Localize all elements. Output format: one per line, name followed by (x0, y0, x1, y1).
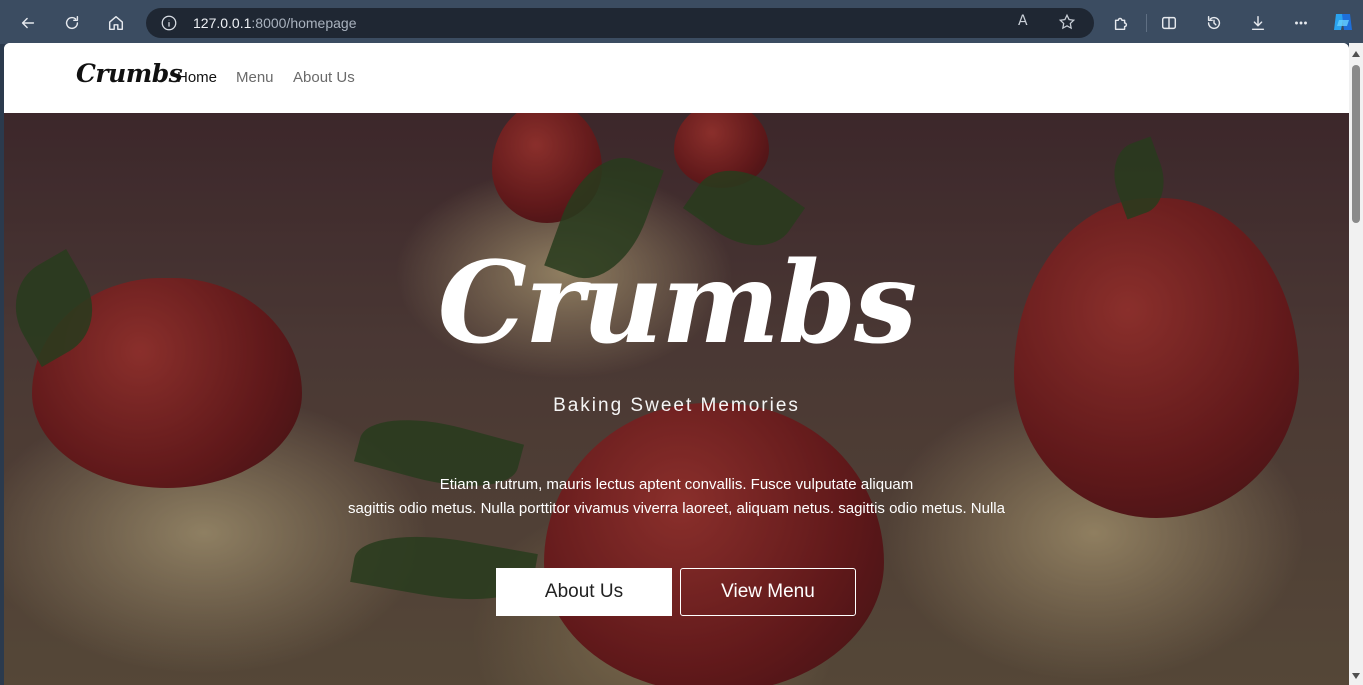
hero-description: Etiam a rutrum, mauris lectus aptent con… (4, 473, 1349, 521)
history-icon[interactable] (1199, 8, 1229, 38)
hero-description-line-1: Etiam a rutrum, mauris lectus aptent con… (439, 476, 914, 493)
info-icon[interactable] (160, 14, 178, 32)
extensions-icon[interactable] (1106, 8, 1136, 38)
favorite-star-icon[interactable] (1058, 13, 1078, 33)
copilot-icon[interactable] (1331, 10, 1355, 34)
view-menu-button[interactable]: View Menu (680, 568, 856, 616)
navbar: Crumbs Home Menu About Us (4, 43, 1349, 113)
toolbar-divider (1146, 14, 1147, 32)
nav-link-home[interactable]: Home (177, 69, 217, 86)
hero-title: Crumbs (437, 238, 917, 369)
page-viewport: Crumbs Home Menu About Us Crumbs Baking … (4, 43, 1349, 685)
page-scrollbar[interactable] (1349, 43, 1363, 685)
url-text: 127.0.0.1:8000/homepage (193, 15, 357, 31)
read-aloud-icon[interactable]: A (1018, 13, 1028, 29)
brand-logo[interactable]: Crumbs (76, 59, 183, 88)
split-screen-icon[interactable] (1154, 8, 1184, 38)
more-icon[interactable] (1286, 8, 1316, 38)
hero-description-line-2: sagittis odio metus. Nulla porttitor viv… (348, 500, 1005, 517)
back-icon[interactable] (13, 8, 43, 38)
home-icon[interactable] (101, 8, 131, 38)
scroll-up-icon[interactable] (1352, 51, 1360, 57)
browser-toolbar: 127.0.0.1:8000/homepage A (0, 0, 1363, 44)
hero-section: Crumbs Baking Sweet Memories Etiam a rut… (4, 113, 1349, 685)
scroll-down-icon[interactable] (1352, 673, 1360, 679)
address-bar[interactable]: 127.0.0.1:8000/homepage A (146, 8, 1094, 38)
about-us-button[interactable]: About Us (496, 568, 672, 616)
hero-subtitle: Baking Sweet Memories (553, 395, 800, 416)
refresh-icon[interactable] (57, 8, 87, 38)
scrollbar-thumb[interactable] (1352, 65, 1360, 223)
download-icon[interactable] (1243, 8, 1273, 38)
nav-link-menu[interactable]: Menu (236, 69, 274, 86)
nav-link-about[interactable]: About Us (293, 69, 355, 86)
